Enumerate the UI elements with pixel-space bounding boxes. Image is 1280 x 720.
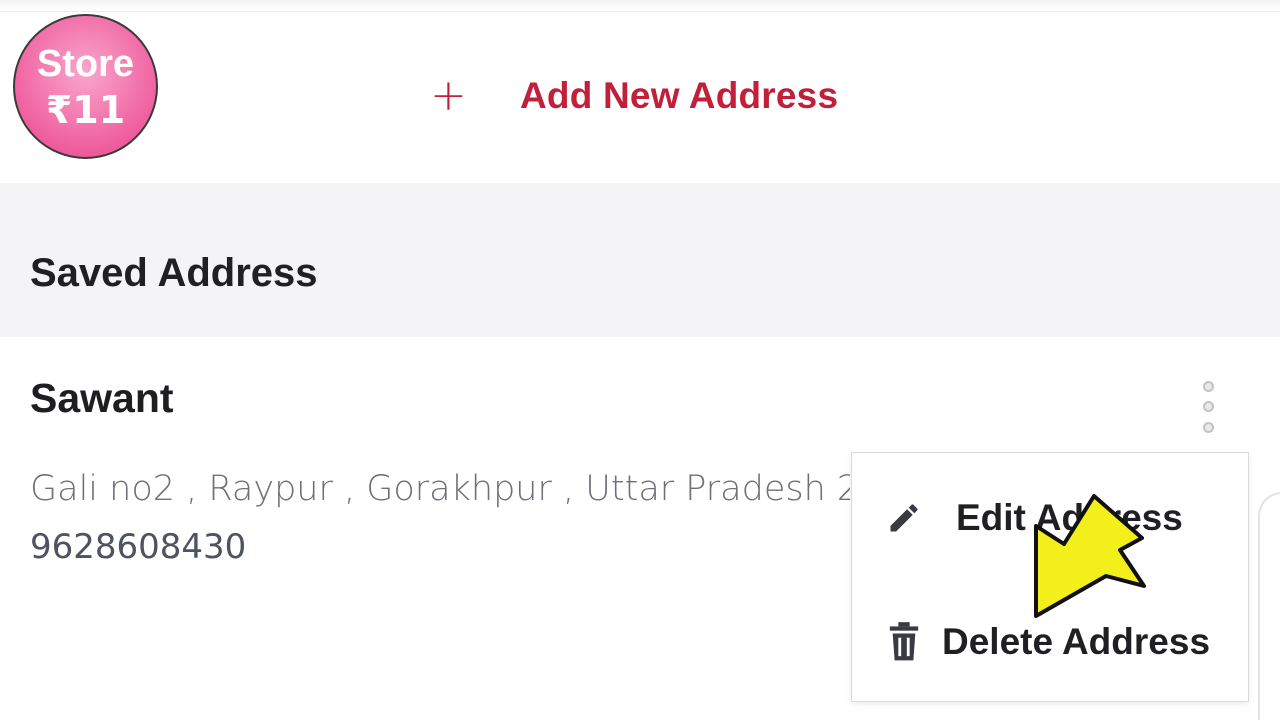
section-title: Saved Address [30,251,318,295]
kebab-dot [1203,401,1214,412]
store-price-badge: Store ₹11 [13,14,158,159]
delete-address-menu-item[interactable]: Delete Address [852,597,1248,687]
edit-address-label: Edit Address [956,497,1183,538]
side-panel-edge [1258,492,1280,720]
saved-address-section-header: Saved Address [0,183,1280,337]
address-phone: 9628608430 [30,527,247,567]
badge-price-label: ₹11 [45,87,126,132]
kebab-dot [1203,422,1214,433]
add-new-address-button[interactable]: + Add New Address [430,65,838,127]
badge-store-label: Store [36,42,135,85]
plus-icon: + [430,70,467,121]
kebab-dot [1203,381,1214,392]
top-divider [0,0,1280,12]
kebab-menu-icon[interactable] [1196,377,1222,441]
address-context-menu: Edit Address Delete Address [851,452,1249,702]
pencil-icon [884,498,924,538]
trash-icon [884,622,924,662]
address-line: Gali no2 , Raypur , Gorakhpur , Uttar Pr… [30,469,850,509]
edit-address-menu-item[interactable]: Edit Address [852,473,1248,563]
address-name: Sawant [30,375,174,421]
add-address-bar: + Add New Address [0,13,1280,183]
delete-address-label: Delete Address [942,621,1211,662]
add-new-address-label: Add New Address [520,75,839,116]
